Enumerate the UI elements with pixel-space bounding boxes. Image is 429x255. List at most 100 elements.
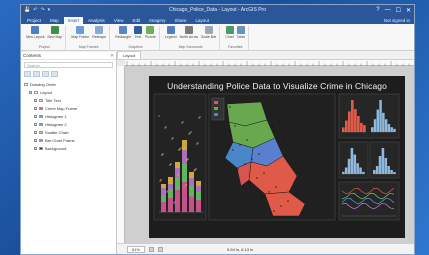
tree-item[interactable]: Histogram 2 [24, 120, 113, 128]
ribbon-tab-insert[interactable]: Insert [63, 17, 84, 24]
refresh-icon[interactable] [158, 246, 164, 252]
list-by-drawing-order-icon[interactable] [24, 71, 31, 77]
layer-swatch-icon [39, 130, 43, 134]
histogram-bar [393, 172, 396, 174]
tool-label: Scale Bar [201, 35, 217, 39]
scatter-point [177, 174, 179, 176]
close-pane-icon[interactable]: ✕ [110, 53, 114, 59]
scatter-point [178, 149, 180, 151]
table-icon [236, 26, 245, 34]
ribbon-tab-map[interactable]: Map [46, 17, 63, 24]
rectangle-button[interactable]: Rectangle [115, 26, 131, 39]
tree-item[interactable]: Title Text [24, 96, 113, 104]
scatter-point [165, 126, 167, 128]
ribbon-group-tools: Rectangle Text Picture [115, 26, 156, 39]
map-block [275, 186, 277, 188]
histogram-bar [379, 100, 382, 132]
scatter-point [188, 133, 190, 135]
view-tab-layout[interactable]: Layout [117, 51, 142, 59]
new-map-button[interactable]: New Map [47, 26, 62, 39]
map-legend-swatch [214, 113, 218, 116]
visibility-checkbox[interactable] [34, 106, 37, 110]
ribbon-tab-analysis[interactable]: Analysis [84, 17, 109, 24]
ribbon-group-graphics: Rectangle Text Picture Graphics [112, 26, 160, 50]
visibility-checkbox[interactable] [34, 130, 37, 134]
table-button[interactable]: Table [237, 26, 245, 39]
visibility-checkbox[interactable] [34, 98, 37, 102]
contents-pane-title: Contents [23, 53, 42, 58]
line-chart-frame[interactable] [338, 181, 400, 221]
histogram-bar [345, 120, 348, 132]
tree-item[interactable]: Crime Map Frame [24, 104, 113, 112]
signin-status[interactable]: Not signed in [384, 18, 414, 24]
tree-item[interactable]: Scatter Chart [24, 128, 113, 136]
layer-swatch-icon [39, 106, 43, 110]
picture-button[interactable]: Picture [145, 26, 156, 39]
scale-bar-button[interactable]: Scale Bar [201, 26, 216, 39]
stacked-bar-segment [161, 184, 166, 188]
legend-button[interactable]: Legend [165, 26, 177, 39]
scatter-point [199, 116, 201, 118]
ribbon-tab-layout[interactable]: Layout [192, 17, 214, 24]
tree-item[interactable]: Drawing Order [24, 80, 113, 88]
stacked-bar-segment [196, 186, 201, 192]
scatter-point [180, 147, 182, 149]
stacked-bar-segment [189, 196, 194, 212]
map-block [297, 130, 299, 132]
scatter-point [195, 168, 197, 170]
ribbon-tab-bar: Project Map Insert Analysis View Edit Imagery S… [21, 15, 414, 24]
scatter-point [187, 158, 189, 160]
ribbon-tab-project[interactable]: Project [23, 17, 45, 24]
scatter-point [197, 142, 199, 144]
visibility-checkbox[interactable] [34, 122, 37, 126]
tree-item-label: Layout [40, 89, 53, 95]
north-arrow-button[interactable]: North Arrow [180, 26, 198, 39]
map-block [278, 121, 280, 123]
tree-item[interactable]: Histogram 1 [24, 112, 113, 120]
ribbon-group-tools: Legend North Arrow Scale Bar [165, 26, 216, 39]
layer-swatch-icon [24, 82, 28, 86]
new-layout-button[interactable]: New Layout [26, 26, 44, 39]
list-by-editing-icon[interactable] [51, 71, 58, 77]
layout-page[interactable]: Understanding Police Data to Visualize C… [149, 76, 405, 238]
map-block [234, 125, 236, 127]
contents-search-input[interactable]: Search [24, 62, 113, 68]
stacked-bar-segment [189, 186, 194, 196]
tool-label: Map Frame [71, 35, 90, 39]
ribbon-group-name: Favorites [228, 45, 243, 49]
scatter-point [160, 179, 162, 181]
map-block [249, 182, 251, 184]
contents-toolbar [21, 70, 116, 78]
tree-item[interactable]: Layout [24, 88, 113, 96]
ribbon-tab-share[interactable]: Share [171, 17, 191, 24]
tree-item[interactable]: Bar Chart Frame [24, 136, 113, 144]
reshape-icon [95, 26, 104, 34]
list-by-selection-icon[interactable] [42, 71, 49, 77]
tree-item-label: Crime Map Frame [45, 105, 78, 111]
map-block [229, 106, 231, 108]
tree-item[interactable]: Background [24, 144, 113, 152]
ribbon-tab-edit[interactable]: Edit [129, 17, 145, 24]
scatter-point [179, 148, 181, 150]
layout-canvas[interactable]: Understanding Police Data to Visualize C… [125, 66, 414, 243]
stacked-bar-segment [161, 196, 166, 202]
visibility-checkbox[interactable] [34, 114, 37, 118]
histogram-bar [350, 148, 354, 174]
text-button[interactable]: Text [133, 26, 142, 39]
visibility-checkbox[interactable] [29, 90, 32, 94]
map-frame-button[interactable]: Map Frame [71, 26, 89, 39]
reshape-button[interactable]: Reshape [92, 26, 106, 39]
ribbon-tab-imagery[interactable]: Imagery [145, 17, 169, 24]
chart-button[interactable]: Chart [225, 26, 234, 39]
zoom-level[interactable]: 61% [127, 245, 146, 253]
ribbon-tab-view[interactable]: View [110, 17, 128, 24]
tool-label: Table [236, 35, 246, 39]
visibility-checkbox[interactable] [34, 138, 37, 142]
layer-swatch-icon [34, 90, 38, 94]
ribbon-group-name: Map Surrounds [178, 45, 203, 49]
list-by-source-icon[interactable] [33, 71, 40, 77]
visibility-checkbox[interactable] [34, 146, 37, 150]
tool-label: New Map [47, 35, 63, 39]
fixed-scale-icon[interactable] [149, 246, 155, 252]
scatter-point [162, 153, 164, 155]
